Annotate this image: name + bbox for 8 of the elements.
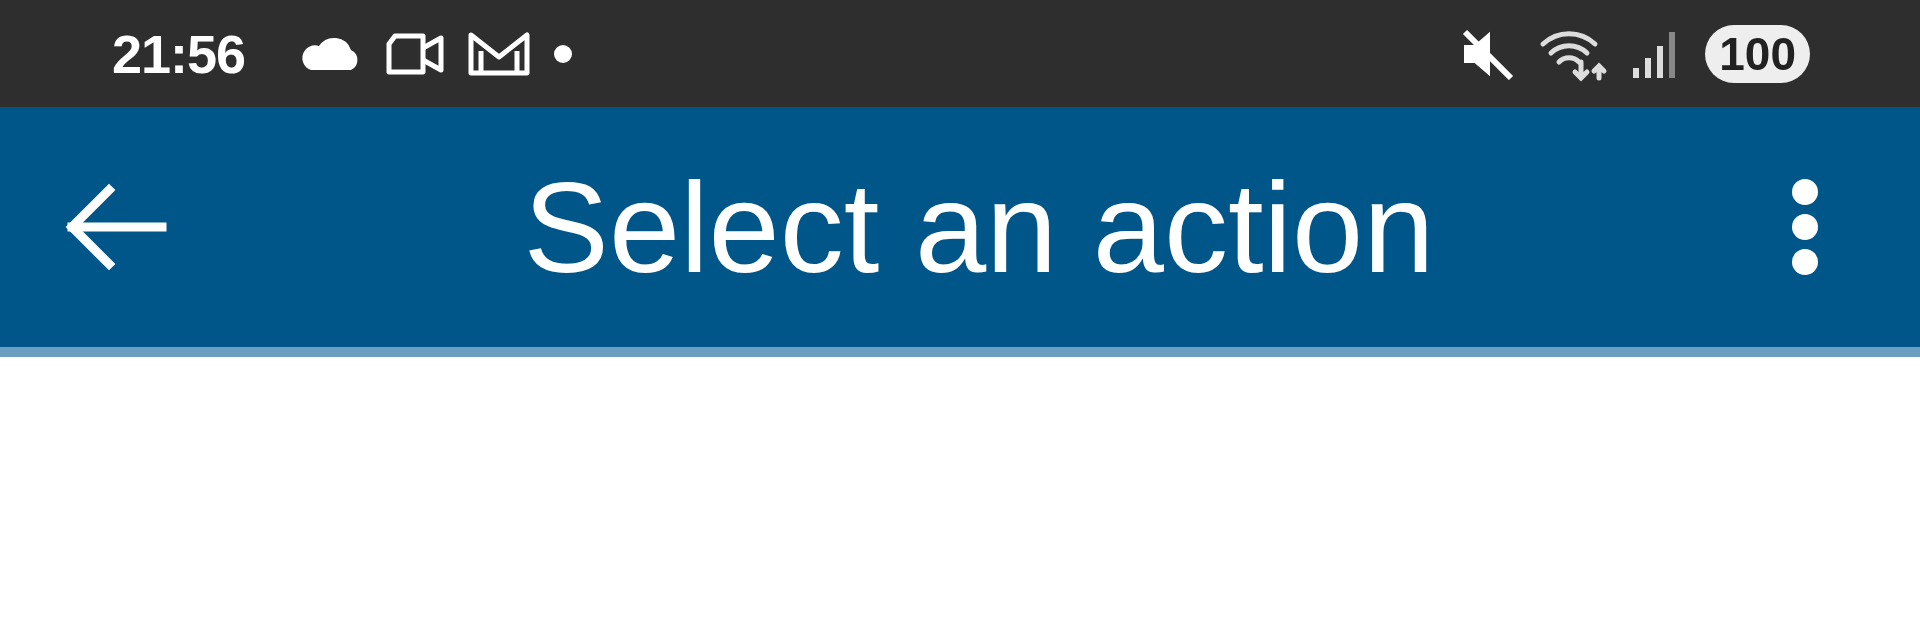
mail-icon [467, 30, 532, 77]
battery-level: 100 [1705, 24, 1810, 83]
more-options-icon[interactable] [1790, 177, 1820, 277]
clock-time: 21:56 [112, 22, 246, 85]
screen-title: Select an action [522, 154, 1436, 301]
back-arrow-icon[interactable] [64, 182, 168, 272]
dot-icon [553, 43, 574, 64]
video-camera-icon [385, 31, 446, 76]
